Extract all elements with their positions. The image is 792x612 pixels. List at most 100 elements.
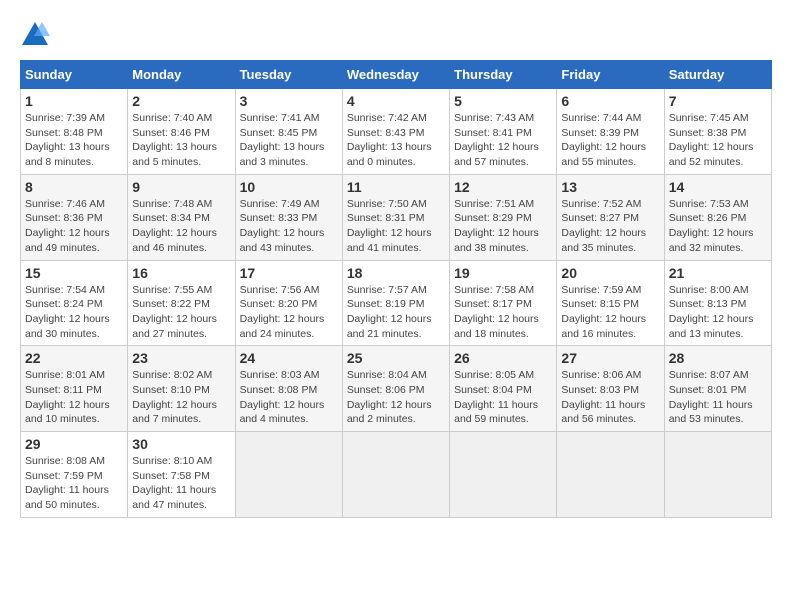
day-info: Sunrise: 7:41 AMSunset: 8:45 PMDaylight:… xyxy=(240,111,338,170)
day-number: 23 xyxy=(132,350,230,366)
day-number: 30 xyxy=(132,436,230,452)
day-info: Sunrise: 7:48 AMSunset: 8:34 PMDaylight:… xyxy=(132,197,230,256)
calendar-cell: 25 Sunrise: 8:04 AMSunset: 8:06 PMDayligh… xyxy=(342,346,449,432)
logo xyxy=(20,20,54,50)
calendar-cell xyxy=(235,432,342,518)
day-number: 29 xyxy=(25,436,123,452)
calendar-cell xyxy=(664,432,771,518)
day-number: 16 xyxy=(132,265,230,281)
day-info: Sunrise: 7:43 AMSunset: 8:41 PMDaylight:… xyxy=(454,111,552,170)
calendar-cell: 23 Sunrise: 8:02 AMSunset: 8:10 PMDayligh… xyxy=(128,346,235,432)
calendar-cell: 16 Sunrise: 7:55 AMSunset: 8:22 PMDayligh… xyxy=(128,260,235,346)
day-info: Sunrise: 7:50 AMSunset: 8:31 PMDaylight:… xyxy=(347,197,445,256)
calendar-cell: 21 Sunrise: 8:00 AMSunset: 8:13 PMDayligh… xyxy=(664,260,771,346)
calendar-cell: 29Sunrise: 8:08 AMSunset: 7:59 PMDayligh… xyxy=(21,432,128,518)
day-info: Sunrise: 8:03 AMSunset: 8:08 PMDaylight:… xyxy=(240,368,338,427)
page-header xyxy=(20,20,772,50)
calendar-cell: 30 Sunrise: 8:10 AMSunset: 7:58 PMDayligh… xyxy=(128,432,235,518)
day-number: 28 xyxy=(669,350,767,366)
calendar-cell: 28 Sunrise: 8:07 AMSunset: 8:01 PMDayligh… xyxy=(664,346,771,432)
calendar-cell: 19Sunrise: 7:58 AMSunset: 8:17 PMDayligh… xyxy=(450,260,557,346)
day-info: Sunrise: 7:54 AMSunset: 8:24 PMDaylight:… xyxy=(25,283,123,342)
day-info: Sunrise: 7:55 AMSunset: 8:22 PMDaylight:… xyxy=(132,283,230,342)
calendar-cell: 2Sunrise: 7:40 AMSunset: 8:46 PMDaylight… xyxy=(128,89,235,175)
day-info: Sunrise: 7:57 AMSunset: 8:19 PMDaylight:… xyxy=(347,283,445,342)
calendar-cell: 9 Sunrise: 7:48 AMSunset: 8:34 PMDaylight… xyxy=(128,174,235,260)
calendar-cell: 20 Sunrise: 7:59 AMSunset: 8:15 PMDayligh… xyxy=(557,260,664,346)
calendar-cell: 24 Sunrise: 8:03 AMSunset: 8:08 PMDayligh… xyxy=(235,346,342,432)
day-header-wednesday: Wednesday xyxy=(342,61,449,89)
day-info: Sunrise: 8:06 AMSunset: 8:03 PMDaylight:… xyxy=(561,368,659,427)
calendar-cell xyxy=(557,432,664,518)
day-info: Sunrise: 7:44 AMSunset: 8:39 PMDaylight:… xyxy=(561,111,659,170)
day-number: 21 xyxy=(669,265,767,281)
day-info: Sunrise: 7:45 AMSunset: 8:38 PMDaylight:… xyxy=(669,111,767,170)
day-number: 24 xyxy=(240,350,338,366)
calendar-cell: 14 Sunrise: 7:53 AMSunset: 8:26 PMDayligh… xyxy=(664,174,771,260)
calendar-cell xyxy=(342,432,449,518)
calendar-week-1: 1 Sunrise: 7:39 AMSunset: 8:48 PMDaylight… xyxy=(21,89,772,175)
day-number: 2 xyxy=(132,93,230,109)
calendar-cell: 18 Sunrise: 7:57 AMSunset: 8:19 PMDayligh… xyxy=(342,260,449,346)
calendar-cell: 7 Sunrise: 7:45 AMSunset: 8:38 PMDaylight… xyxy=(664,89,771,175)
day-info: Sunrise: 8:01 AMSunset: 8:11 PMDaylight:… xyxy=(25,368,123,427)
day-info: Sunrise: 7:56 AMSunset: 8:20 PMDaylight:… xyxy=(240,283,338,342)
day-number: 13 xyxy=(561,179,659,195)
day-number: 14 xyxy=(669,179,767,195)
calendar-cell: 3 Sunrise: 7:41 AMSunset: 8:45 PMDaylight… xyxy=(235,89,342,175)
day-info: Sunrise: 7:39 AMSunset: 8:48 PMDaylight:… xyxy=(25,111,123,170)
day-number: 10 xyxy=(240,179,338,195)
day-number: 12 xyxy=(454,179,552,195)
day-header-monday: Monday xyxy=(128,61,235,89)
day-info: Sunrise: 7:53 AMSunset: 8:26 PMDaylight:… xyxy=(669,197,767,256)
calendar-week-2: 8 Sunrise: 7:46 AMSunset: 8:36 PMDaylight… xyxy=(21,174,772,260)
day-info: Sunrise: 7:46 AMSunset: 8:36 PMDaylight:… xyxy=(25,197,123,256)
calendar-cell: 22Sunrise: 8:01 AMSunset: 8:11 PMDayligh… xyxy=(21,346,128,432)
day-info: Sunrise: 8:07 AMSunset: 8:01 PMDaylight:… xyxy=(669,368,767,427)
day-info: Sunrise: 7:49 AMSunset: 8:33 PMDaylight:… xyxy=(240,197,338,256)
day-info: Sunrise: 8:02 AMSunset: 8:10 PMDaylight:… xyxy=(132,368,230,427)
day-info: Sunrise: 7:52 AMSunset: 8:27 PMDaylight:… xyxy=(561,197,659,256)
day-header-sunday: Sunday xyxy=(21,61,128,89)
day-number: 11 xyxy=(347,179,445,195)
day-number: 20 xyxy=(561,265,659,281)
calendar-cell: 10 Sunrise: 7:49 AMSunset: 8:33 PMDayligh… xyxy=(235,174,342,260)
calendar-week-5: 29Sunrise: 8:08 AMSunset: 7:59 PMDayligh… xyxy=(21,432,772,518)
calendar-table: SundayMondayTuesdayWednesdayThursdayFrid… xyxy=(20,60,772,518)
calendar-cell: 1 Sunrise: 7:39 AMSunset: 8:48 PMDaylight… xyxy=(21,89,128,175)
calendar-week-4: 22Sunrise: 8:01 AMSunset: 8:11 PMDayligh… xyxy=(21,346,772,432)
day-header-friday: Friday xyxy=(557,61,664,89)
day-header-tuesday: Tuesday xyxy=(235,61,342,89)
logo-icon xyxy=(20,20,50,50)
calendar-header-row: SundayMondayTuesdayWednesdayThursdayFrid… xyxy=(21,61,772,89)
day-number: 6 xyxy=(561,93,659,109)
calendar-cell: 11 Sunrise: 7:50 AMSunset: 8:31 PMDayligh… xyxy=(342,174,449,260)
calendar-week-3: 15 Sunrise: 7:54 AMSunset: 8:24 PMDayligh… xyxy=(21,260,772,346)
day-info: Sunrise: 7:42 AMSunset: 8:43 PMDaylight:… xyxy=(347,111,445,170)
day-header-saturday: Saturday xyxy=(664,61,771,89)
day-info: Sunrise: 8:04 AMSunset: 8:06 PMDaylight:… xyxy=(347,368,445,427)
calendar-cell: 6 Sunrise: 7:44 AMSunset: 8:39 PMDaylight… xyxy=(557,89,664,175)
calendar-cell: 12Sunrise: 7:51 AMSunset: 8:29 PMDayligh… xyxy=(450,174,557,260)
calendar-cell: 27Sunrise: 8:06 AMSunset: 8:03 PMDayligh… xyxy=(557,346,664,432)
calendar-cell: 17 Sunrise: 7:56 AMSunset: 8:20 PMDayligh… xyxy=(235,260,342,346)
day-number: 26 xyxy=(454,350,552,366)
day-number: 3 xyxy=(240,93,338,109)
day-info: Sunrise: 8:00 AMSunset: 8:13 PMDaylight:… xyxy=(669,283,767,342)
day-number: 15 xyxy=(25,265,123,281)
calendar-cell xyxy=(450,432,557,518)
calendar-cell: 8 Sunrise: 7:46 AMSunset: 8:36 PMDaylight… xyxy=(21,174,128,260)
day-number: 18 xyxy=(347,265,445,281)
day-number: 1 xyxy=(25,93,123,109)
day-number: 19 xyxy=(454,265,552,281)
calendar-cell: 15 Sunrise: 7:54 AMSunset: 8:24 PMDayligh… xyxy=(21,260,128,346)
day-number: 8 xyxy=(25,179,123,195)
day-info: Sunrise: 7:59 AMSunset: 8:15 PMDaylight:… xyxy=(561,283,659,342)
day-number: 17 xyxy=(240,265,338,281)
calendar-cell: 26 Sunrise: 8:05 AMSunset: 8:04 PMDayligh… xyxy=(450,346,557,432)
day-info: Sunrise: 8:05 AMSunset: 8:04 PMDaylight:… xyxy=(454,368,552,427)
day-number: 7 xyxy=(669,93,767,109)
day-number: 9 xyxy=(132,179,230,195)
day-number: 25 xyxy=(347,350,445,366)
day-info: Sunrise: 8:10 AMSunset: 7:58 PMDaylight:… xyxy=(132,454,230,513)
